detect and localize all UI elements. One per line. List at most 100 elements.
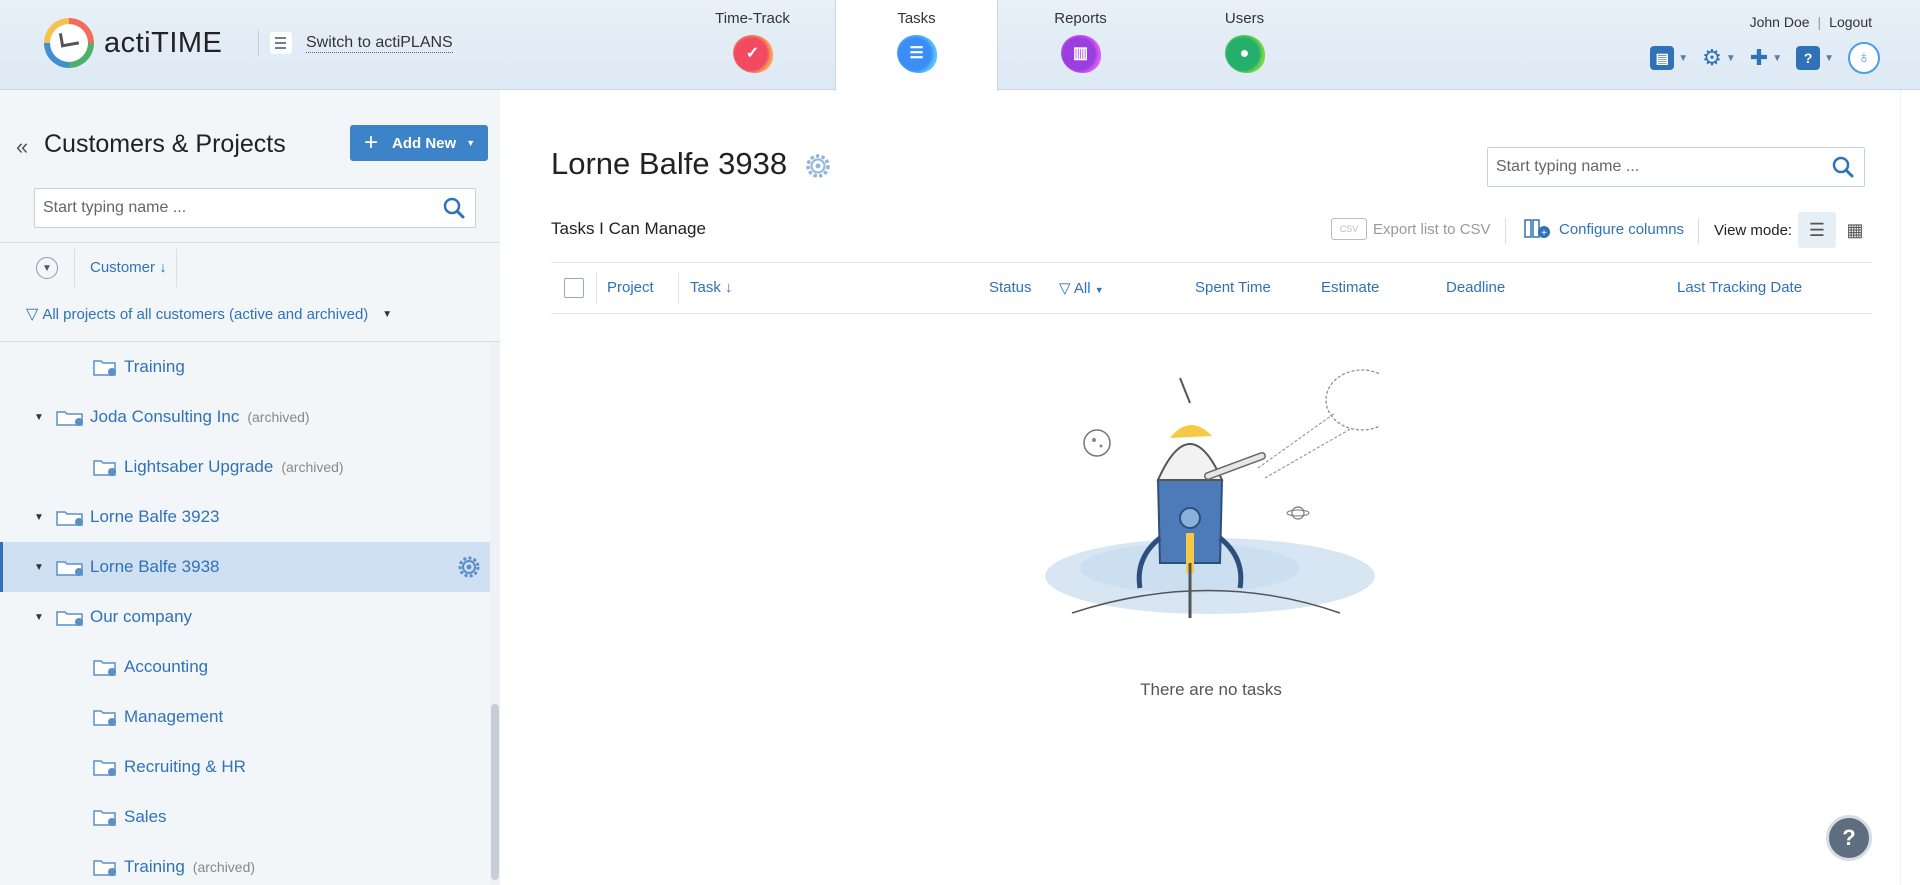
tab-label: Users: [1224, 10, 1265, 27]
expand-all-icon[interactable]: ▼: [36, 257, 58, 279]
grid-icon: ▦: [1846, 219, 1864, 240]
user-menu: John Doe | Logout: [1749, 14, 1872, 30]
tree-item-customer[interactable]: ▼ Our company: [0, 592, 490, 642]
gear-icon[interactable]: [456, 554, 482, 580]
project-folder-icon: [93, 760, 116, 776]
help-button[interactable]: ?: [1826, 815, 1872, 861]
switch-to-actiplans-link[interactable]: Switch to actiPLANS: [270, 32, 453, 54]
collapse-caret-icon[interactable]: ▼: [34, 612, 44, 623]
settings-menu[interactable]: ⚙ ▼: [1702, 45, 1736, 71]
project-folder-icon: [93, 660, 116, 676]
chevron-down-icon: ▼: [1678, 52, 1689, 64]
project-filter[interactable]: ▽ All projects of all customers (active …: [26, 304, 392, 324]
list-view-button[interactable]: ☰: [1798, 212, 1836, 248]
divider: [258, 30, 259, 56]
logout-link[interactable]: Logout: [1829, 14, 1872, 30]
search-icon[interactable]: [443, 197, 465, 219]
export-csv-button[interactable]: CSV Export list to CSV: [1331, 218, 1491, 240]
tree-item-project[interactable]: Accounting: [0, 642, 490, 692]
sidebar-search-input[interactable]: [35, 189, 475, 227]
tree-item-label: Management: [124, 707, 224, 726]
tree-item-label: Training: [124, 357, 185, 376]
actitime-logo[interactable]: actiTIME: [44, 18, 222, 68]
tab-label: Tasks: [897, 10, 936, 27]
question-icon: ?: [1796, 46, 1821, 70]
tree-item-project[interactable]: Lightsaber Upgrade (archived): [0, 442, 490, 492]
column-deadline[interactable]: Deadline: [1446, 279, 1505, 296]
chevron-down-icon: ▼: [382, 308, 393, 320]
task-search: [1487, 147, 1865, 187]
sidebar-search: [34, 188, 476, 228]
grid-view-button[interactable]: ▦: [1836, 212, 1874, 248]
collapse-sidebar-icon[interactable]: «: [16, 134, 28, 160]
collapse-caret-icon[interactable]: ▼: [34, 512, 44, 523]
help-menu[interactable]: ? ▼: [1796, 46, 1834, 70]
tree-item-project[interactable]: Training (archived): [0, 842, 490, 885]
customer-folder-icon: [56, 511, 83, 526]
column-project[interactable]: Project: [607, 279, 654, 296]
sidebar-scrollbar[interactable]: [490, 342, 500, 885]
scrollbar-thumb[interactable]: [491, 704, 499, 880]
configure-label: Configure columns: [1559, 220, 1685, 238]
view-mode-label: View mode:: [1714, 222, 1793, 239]
main-content: Lorne Balfe 3938 Tasks I Can Manage CSV …: [500, 90, 1900, 885]
search-icon[interactable]: [1832, 156, 1854, 178]
reports-icon: ▥: [1060, 35, 1101, 73]
page-scrollbar[interactable]: [1900, 90, 1920, 885]
tab-label: Time-Track: [715, 10, 790, 27]
tab-time-track[interactable]: Time-Track ✓: [671, 0, 834, 90]
status-filter[interactable]: ▽ All ▼: [1059, 279, 1104, 297]
tab-tasks[interactable]: Tasks ☰: [835, 0, 998, 91]
puzzle-icon: ✚: [1749, 45, 1769, 70]
toolbar-icons: ▤ ▼ ⚙ ▼ ✚ ▼ ? ▼ ♁: [1650, 42, 1880, 74]
tree-item-project[interactable]: Recruiting & HR: [0, 742, 490, 792]
tree-item-label: Accounting: [124, 657, 209, 676]
column-spent-time[interactable]: Spent Time: [1195, 279, 1271, 296]
task-search-input[interactable]: [1488, 148, 1864, 186]
customer-folder-icon: [56, 611, 83, 626]
top-bar: actiTIME Switch to actiPLANS Time-Track …: [0, 0, 1920, 91]
page-title: Lorne Balfe 3938: [551, 146, 788, 181]
switch-label: Switch to actiPLANS: [306, 33, 453, 53]
tree-item-label: Sales: [124, 807, 167, 826]
gear-icon[interactable]: [804, 152, 832, 180]
sidebar-header: « Customers & Projects + Add New ▼ ▼ Cus…: [0, 90, 500, 342]
filter-label: All projects of all customers (active an…: [42, 305, 369, 323]
collapse-caret-icon[interactable]: ▼: [34, 412, 44, 423]
project-folder-icon: [93, 810, 116, 826]
calendar-menu[interactable]: ▤ ▼: [1650, 46, 1688, 70]
configure-columns-button[interactable]: + Configure columns: [1523, 218, 1684, 240]
column-status[interactable]: Status: [989, 279, 1032, 296]
export-label: Export list to CSV: [1373, 220, 1491, 238]
filter-icon: ▽: [26, 306, 39, 323]
chevron-down-icon: ▼: [1725, 52, 1736, 64]
column-estimate[interactable]: Estimate: [1321, 279, 1379, 296]
column-task[interactable]: Task ↓: [690, 279, 733, 296]
sort-row: ▼ Customer ↓: [0, 242, 500, 290]
sort-by-customer[interactable]: Customer ↓: [90, 259, 167, 276]
svg-text:+: +: [1541, 228, 1547, 239]
tab-reports[interactable]: Reports ▥: [999, 0, 1162, 90]
chevron-down-icon: ▼: [1772, 52, 1783, 64]
tree-item-project[interactable]: Training: [0, 342, 490, 392]
tasks-table-header: Project Task ↓ Status ▽ All ▼ Spent Time…: [551, 262, 1871, 314]
tree-item-project[interactable]: Sales: [0, 792, 490, 842]
user-name[interactable]: John Doe: [1750, 14, 1810, 30]
tree-item-customer[interactable]: ▼ Joda Consulting Inc (archived): [0, 392, 490, 442]
add-new-button[interactable]: + Add New ▼: [350, 125, 488, 161]
add-new-label: Add New: [392, 134, 457, 152]
project-folder-icon: [93, 860, 116, 876]
tree-item-customer[interactable]: ▼ Lorne Balfe 3923: [0, 492, 490, 542]
tab-users[interactable]: Users ●: [1163, 0, 1326, 90]
collapse-caret-icon[interactable]: ▼: [34, 562, 44, 573]
column-last-tracking-date[interactable]: Last Tracking Date: [1677, 279, 1802, 296]
tree-item-customer-selected[interactable]: ▼ Lorne Balfe 3938: [0, 542, 490, 592]
users-icon: ●: [1224, 35, 1265, 73]
project-folder-icon: [93, 360, 116, 376]
tree-item-project[interactable]: Management: [0, 692, 490, 742]
lightbulb-icon[interactable]: ♁: [1848, 42, 1880, 74]
addons-menu[interactable]: ✚ ▼: [1750, 45, 1782, 71]
csv-icon: CSV: [1331, 218, 1367, 240]
select-all-checkbox[interactable]: [564, 278, 584, 298]
tree-item-label: Our company: [90, 607, 193, 626]
